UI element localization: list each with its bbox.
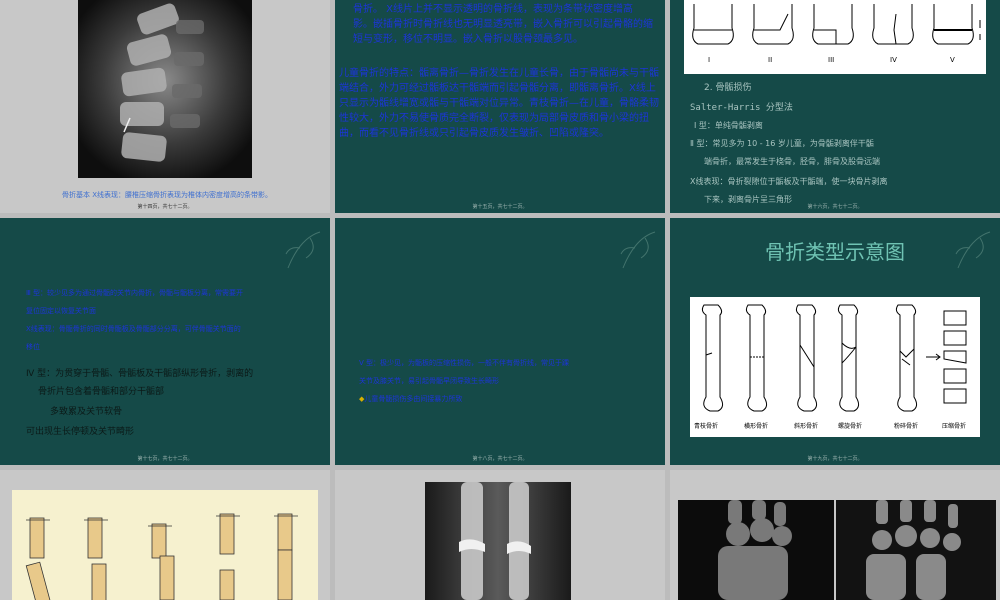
slide-3-type1: Ⅰ 型：单纯骨骺剥离: [694, 121, 763, 130]
slide-5-footer: 第十八页，共七十二页。: [472, 456, 528, 462]
wrist-xray-left-image: [678, 500, 834, 600]
forearm-xray-image: [425, 482, 571, 600]
slide-4-line7: 多致累及关节软骨: [50, 407, 123, 417]
slide-3-type2b: 端骨折，最常发生于桡骨，胫骨，腓骨及股骨远端: [704, 157, 880, 166]
type-ii-label: II: [768, 56, 773, 64]
fracture-displacement-illustration: [12, 490, 318, 600]
slide-4-line2: 复位固定以恢复关节面: [26, 307, 96, 315]
slide-3-xray1: X线表现：骨折裂隙位于骺板及干骺端，使一块骨片剥离: [690, 177, 888, 186]
slide-3-heading: 2. 骨骺损伤: [704, 83, 752, 93]
slide-thumbnail-grid: { "slides": [ { "id": 1, "caption": "骨折基…: [0, 0, 1000, 600]
salter-harris-diagram: I II III IV V: [684, 0, 986, 74]
slide-8[interactable]: [335, 470, 665, 600]
fracture-label-comminuted: 粉碎骨折: [894, 423, 919, 430]
type-iii-label: III: [828, 56, 835, 64]
slide-3-subheading: Salter-Harris 分型法: [690, 103, 793, 113]
slide-6-title: 骨折类型示意图: [765, 240, 905, 264]
slide-4-line5: Ⅳ 型：为贯穿于骨骺、骨骺板及干骺部纵形骨折，剥离的: [26, 369, 254, 379]
slide-7[interactable]: [0, 470, 330, 600]
slide-4-line4: 移位: [26, 343, 40, 351]
slide-2[interactable]: 骨折。 X线片上并不显示透明的骨折线，表现为条带状密度增高影。嵌插骨折时骨折线也…: [335, 0, 665, 213]
type-i-label: I: [708, 56, 711, 64]
slide-4-line6: 骨折片包含着骨骺和部分干骺部: [38, 387, 165, 397]
slide-4-line3: X线表现：骨骺骨折的同时骨骺板及骨骺部分分离，可伴骨骺关节面的: [26, 325, 241, 333]
fracture-label-transverse: 横形骨折: [744, 423, 769, 430]
slide-6-footer: 第十九页，共七十二页。: [807, 456, 863, 462]
slide-2-paragraph-2: 儿童骨折的特点：骺离骨折—骨折发生在儿童长骨，由于骨骺尚未与干骺端结合，外力可经…: [339, 68, 659, 139]
slide-1-caption: 骨折基本 X线表现：腰椎压缩骨折表现为椎体内密度增高的条带影。: [62, 191, 273, 199]
fracture-types-diagram: 青枝骨折 横形骨折 斜形骨折 螺旋骨折 粉碎骨折 压缩骨折: [690, 297, 980, 437]
slide-2-footer: 第十五页，共七十二页。: [472, 204, 528, 210]
type-v-label: V: [950, 56, 955, 64]
slide-5-line2: 关节及膝关节，易引起骨骺早闭导致生长畸形: [359, 377, 499, 385]
slide-3-footer: 第十六页，共七十二页。: [807, 204, 863, 210]
wrist-xray-right-image: [836, 500, 996, 600]
slide-9[interactable]: [670, 470, 1000, 600]
slide-4[interactable]: Ⅲ 型：较少见多为通过骨骺的关节内骨折，骨骺与骺板分离，常需要开 复位固定以恢复…: [0, 218, 330, 465]
fracture-label-greenstick: 青枝骨折: [694, 423, 719, 430]
slide-4-line8: 可出现生长停顿及关节畸形: [26, 427, 135, 437]
slide-3-type2a: Ⅱ 型：常见多为 10 - 16 岁儿童，为骨骺剥离伴干骺: [690, 139, 874, 148]
slide-3[interactable]: I II III IV V 2. 骨骺损伤 Salter-Harris 分型法 …: [670, 0, 1000, 213]
slide-1[interactable]: 骨折基本 X线表现：腰椎压缩骨折表现为椎体内密度增高的条带影。 第十四页，共七十…: [0, 0, 330, 213]
slide-2-paragraph-1: 骨折。 X线片上并不显示透明的骨折线，表现为条带状密度增高影。嵌插骨折时骨折线也…: [353, 4, 653, 45]
fracture-label-oblique: 斜形骨折: [794, 423, 819, 430]
leaf-decoration-icon: [285, 231, 321, 269]
fracture-label-compression: 压缩骨折: [942, 423, 967, 430]
leaf-decoration-icon: [620, 231, 656, 269]
slide-6[interactable]: 骨折类型示意图 青枝骨折 横形骨折 斜形骨折 螺旋骨折 粉碎骨折 压缩骨折 第十…: [670, 218, 1000, 465]
slide-5-line1: Ⅴ 型：极少见，为骺板的压缩性损伤，一般不伴有骨折线，常见于踝: [359, 359, 570, 367]
slide-5-line3: 儿童骨骺损伤多由间接暴力所致: [364, 395, 463, 403]
slide-5[interactable]: Ⅴ 型：极少见，为骺板的压缩性损伤，一般不伴有骨折线，常见于踝 关节及膝关节，易…: [335, 218, 665, 465]
slide-4-footer: 第十七页，共七十二页。: [137, 456, 193, 462]
fracture-label-spiral: 螺旋骨折: [838, 423, 863, 430]
slide-1-footer: 第十四页，共七十二页。: [137, 204, 193, 210]
slide-4-line1: Ⅲ 型：较少见多为通过骨骺的关节内骨折，骨骺与骺板分离，常需要开: [26, 289, 244, 297]
type-iv-label: IV: [890, 56, 897, 64]
spine-xray-image: [78, 0, 252, 178]
slide-5-bullet-row: ◆儿童骨骺损伤多由间接暴力所致: [359, 394, 462, 404]
